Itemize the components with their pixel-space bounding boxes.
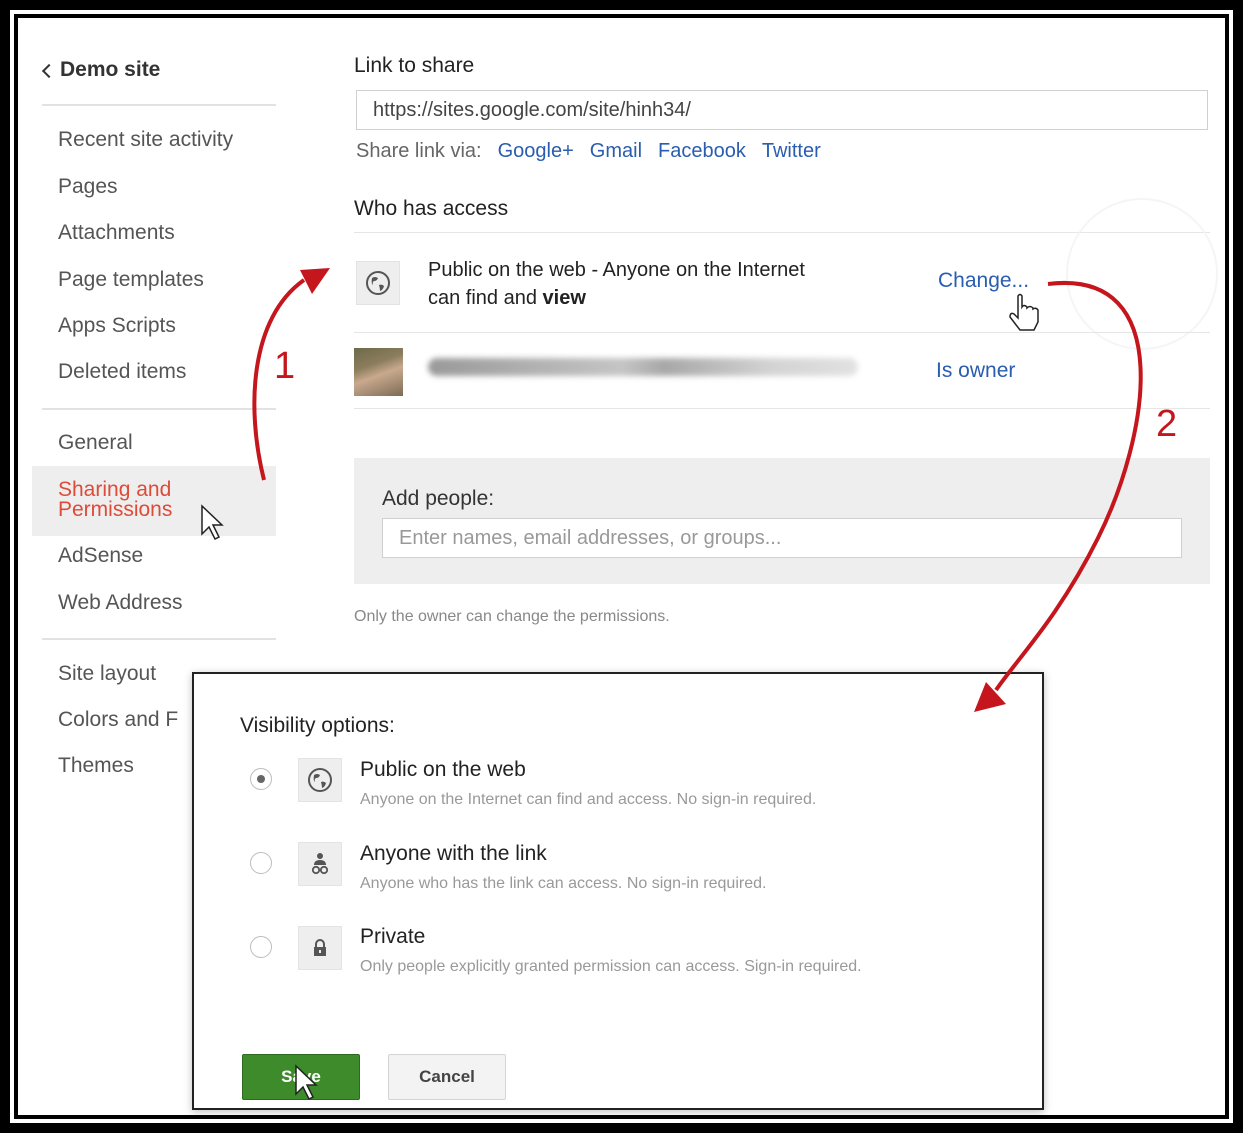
sidebar-item-attachments[interactable]: Attachments bbox=[58, 221, 175, 245]
sidebar-item-apps-scripts[interactable]: Apps Scripts bbox=[58, 314, 176, 338]
public-access-description: Public on the web - Anyone on the Intern… bbox=[428, 256, 805, 312]
sidebar-divider bbox=[42, 408, 276, 410]
option-desc-private: Only people explicitly granted permissio… bbox=[360, 958, 862, 975]
public-access-line2-text: can find and bbox=[428, 287, 543, 309]
radio-selected-dot bbox=[257, 775, 265, 783]
public-access-line1: Public on the web - Anyone on the Intern… bbox=[428, 259, 805, 281]
radio-private[interactable] bbox=[250, 936, 272, 958]
annotation-arrowhead-1 bbox=[300, 268, 330, 294]
share-url-field[interactable]: https://sites.google.com/site/hinh34/ bbox=[356, 90, 1208, 130]
sidebar-divider bbox=[42, 638, 276, 640]
app-window: Demo site Recent site activity Pages Att… bbox=[14, 14, 1229, 1119]
owner-permission-note: Only the owner can change the permission… bbox=[354, 608, 670, 625]
sidebar-item-web-address[interactable]: Web Address bbox=[58, 591, 183, 615]
watermark-seal bbox=[1066, 198, 1218, 350]
share-googleplus-link[interactable]: Google+ bbox=[498, 140, 574, 163]
share-facebook-link[interactable]: Facebook bbox=[658, 140, 746, 163]
sidebar-item-pages[interactable]: Pages bbox=[58, 175, 118, 199]
owner-name-blurred bbox=[428, 358, 858, 376]
save-button[interactable]: Save bbox=[242, 1054, 360, 1100]
link-to-share-heading: Link to share bbox=[354, 54, 475, 77]
option-title-link: Anyone with the link bbox=[360, 842, 547, 865]
option-title-public: Public on the web bbox=[360, 758, 526, 781]
annotation-arrow-1 bbox=[252, 278, 306, 481]
owner-role-label: Is owner bbox=[936, 359, 1016, 382]
back-link-label: Demo site bbox=[60, 58, 161, 81]
option-desc-public: Anyone on the Internet can find and acce… bbox=[360, 791, 817, 808]
sidebar-item-recent-activity[interactable]: Recent site activity bbox=[58, 128, 233, 152]
option-icon-box bbox=[298, 842, 342, 886]
cancel-button[interactable]: Cancel bbox=[388, 1054, 506, 1100]
public-access-icon-box bbox=[356, 261, 400, 305]
radio-public-on-web[interactable] bbox=[250, 768, 272, 790]
public-access-line2: can find and view bbox=[428, 284, 805, 312]
lock-icon bbox=[314, 939, 326, 956]
who-has-access-heading: Who has access bbox=[354, 197, 509, 220]
share-via-label: Share link via: bbox=[356, 140, 482, 162]
visibility-options-dialog: Visibility options: Public on the web An… bbox=[192, 672, 1044, 1110]
option-desc-link: Anyone who has the link can access. No s… bbox=[360, 875, 767, 892]
globe-icon bbox=[308, 768, 332, 792]
globe-icon bbox=[366, 271, 390, 295]
avatar bbox=[354, 348, 403, 396]
sidebar-item-colors-fonts[interactable]: Colors and F bbox=[58, 708, 178, 732]
share-link-row: Share link via: Google+ Gmail Facebook T… bbox=[356, 140, 821, 163]
share-twitter-link[interactable]: Twitter bbox=[762, 140, 821, 163]
dialog-title: Visibility options: bbox=[240, 714, 395, 737]
sidebar-item-site-layout[interactable]: Site layout bbox=[58, 662, 156, 686]
annotation-number-1: 1 bbox=[274, 345, 295, 387]
sidebar-item-sharing-permissions[interactable]: Sharing and Permissions bbox=[58, 479, 208, 520]
sidebar-item-adsense[interactable]: AdSense bbox=[58, 544, 143, 568]
sidebar-item-themes[interactable]: Themes bbox=[58, 754, 134, 778]
sidebar-divider bbox=[42, 104, 276, 106]
change-access-link[interactable]: Change... bbox=[938, 269, 1029, 293]
divider bbox=[354, 408, 1210, 409]
sidebar-item-general[interactable]: General bbox=[58, 431, 133, 455]
public-access-line2-bold: view bbox=[542, 287, 586, 309]
person-link-icon bbox=[311, 853, 329, 875]
annotation-number-2: 2 bbox=[1156, 403, 1177, 445]
option-title-private: Private bbox=[360, 925, 426, 948]
back-to-site-link[interactable]: Demo site bbox=[41, 58, 161, 82]
option-icon-box bbox=[298, 926, 342, 970]
divider bbox=[354, 332, 1210, 333]
sidebar-item-deleted-items[interactable]: Deleted items bbox=[58, 360, 186, 384]
chevron-left-icon bbox=[41, 63, 57, 79]
hand-cursor-icon bbox=[1009, 293, 1039, 331]
radio-anyone-with-link[interactable] bbox=[250, 852, 272, 874]
add-people-input[interactable]: Enter names, email addresses, or groups.… bbox=[382, 518, 1182, 558]
option-icon-box bbox=[298, 758, 342, 802]
sidebar-item-page-templates[interactable]: Page templates bbox=[58, 268, 204, 292]
add-people-label: Add people: bbox=[382, 487, 495, 510]
share-gmail-link[interactable]: Gmail bbox=[590, 140, 642, 163]
